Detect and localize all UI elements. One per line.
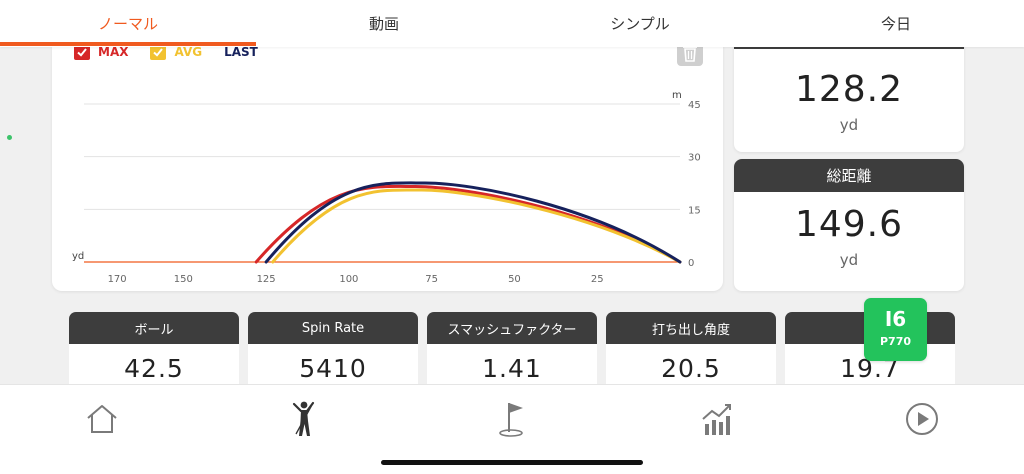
- carry-card: 128.2 yd: [734, 30, 964, 152]
- active-tab-indicator: [0, 42, 256, 46]
- home-indicator: [381, 460, 643, 465]
- total-distance-card: 総距離 149.6 yd: [734, 159, 964, 291]
- tab-simple[interactable]: シンプル: [512, 0, 768, 47]
- x-tick-label: 25: [591, 274, 604, 285]
- metric-ball: ボール 42.5: [69, 312, 239, 392]
- metric-label: Spin Rate: [248, 312, 418, 344]
- club-number: I6: [884, 307, 907, 331]
- golfer-icon[interactable]: [284, 399, 324, 439]
- tab-video-label: 動画: [368, 15, 399, 33]
- trajectory-chart: 4530150myd170 150 125 100 75 50 25: [72, 90, 701, 285]
- legend-last: LAST: [224, 45, 258, 59]
- carry-value: 128.2: [794, 69, 904, 110]
- x-tick-label: 150: [174, 274, 193, 285]
- y-tick-label: 45: [688, 100, 701, 111]
- total-distance-unit: yd: [839, 251, 859, 269]
- top-tab-bar: ノーマル 動画 シンプル 今日: [0, 0, 1024, 47]
- x-tick-label: 125: [257, 274, 276, 285]
- y-tick-label: 15: [688, 205, 701, 216]
- flag-icon[interactable]: [492, 399, 532, 439]
- x-axis-label: yd: [72, 251, 84, 262]
- x-tick-label: 170: [108, 274, 127, 285]
- trajectory-max: [254, 184, 682, 264]
- y-tick-label: 30: [688, 153, 701, 164]
- stats-icon[interactable]: [697, 399, 737, 439]
- legend-avg-label: AVG: [174, 45, 203, 59]
- trajectory-chart-card: 45 30 15 0 m yd 170 150 125 100 75 50 25 MAX AVG LAS…: [52, 30, 723, 291]
- status-dot: [7, 135, 12, 140]
- x-tick-label: 100: [339, 274, 358, 285]
- metric-label: 打ち出し角度: [606, 312, 776, 344]
- tab-normal[interactable]: ノーマル: [0, 0, 256, 47]
- tab-video[interactable]: 動画: [256, 0, 512, 47]
- club-badge[interactable]: I6 P770: [864, 298, 927, 361]
- total-distance-value: 149.6: [794, 204, 904, 245]
- total-distance-title: 総距離: [734, 159, 964, 192]
- carry-unit: yd: [839, 116, 859, 134]
- tab-simple-label: シンプル: [610, 15, 670, 33]
- x-tick-label: 75: [425, 274, 438, 285]
- tab-normal-label: ノーマル: [97, 15, 158, 33]
- home-icon[interactable]: [82, 399, 122, 439]
- legend-last-label: LAST: [224, 45, 258, 59]
- legend-max-label: MAX: [98, 45, 129, 59]
- club-model: P770: [879, 335, 912, 348]
- metric-smash-factor: スマッシュファクター 1.41: [427, 312, 597, 392]
- play-icon[interactable]: [902, 399, 942, 439]
- y-tick-label: 0: [688, 258, 694, 269]
- metric-label: ボール: [69, 312, 239, 344]
- metric-label: スマッシュファクター: [427, 312, 597, 344]
- x-tick-label: 50: [508, 274, 521, 285]
- y-axis-label: m: [672, 90, 682, 101]
- tab-today-label: 今日: [880, 15, 911, 33]
- metric-spin-rate: Spin Rate 5410: [248, 312, 418, 392]
- tab-today[interactable]: 今日: [768, 0, 1024, 47]
- metric-launch-angle: 打ち出し角度 20.5: [606, 312, 776, 392]
